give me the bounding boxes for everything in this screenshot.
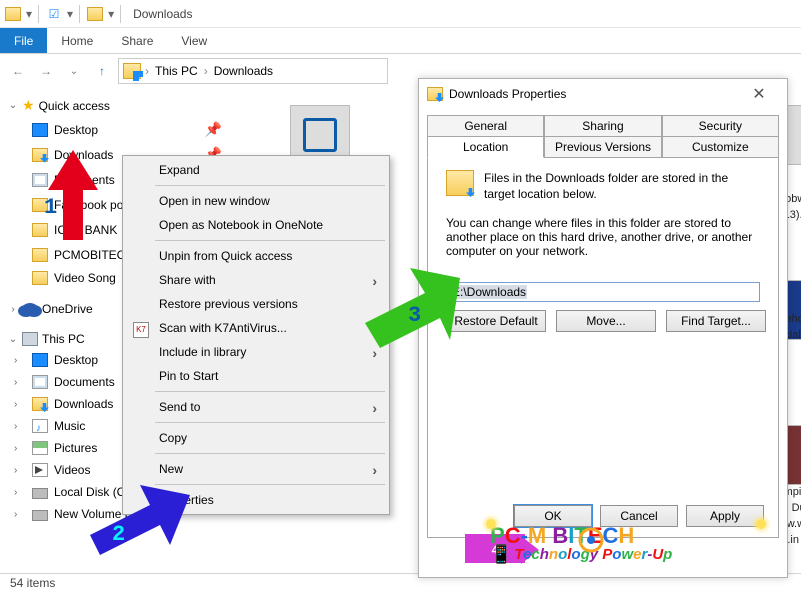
expand-icon[interactable]: › <box>8 304 18 315</box>
ok-button[interactable]: OK <box>514 505 592 527</box>
location-msg-1: Files in the Downloads folder are stored… <box>484 170 760 202</box>
tab-customize[interactable]: Customize <box>662 136 779 158</box>
cancel-button[interactable]: Cancel <box>600 505 678 527</box>
up-button[interactable]: ↑ <box>90 59 114 83</box>
pictures-icon <box>32 441 48 455</box>
customize-qat-icon[interactable]: ▾ <box>108 7 114 21</box>
breadcrumb-root[interactable]: This PC <box>151 64 202 78</box>
downloads-icon <box>446 170 474 196</box>
tab-location[interactable]: Location <box>427 136 544 158</box>
annotation-number-1: 1 <box>44 195 57 220</box>
qat-down-icon-2[interactable]: ▾ <box>67 7 73 21</box>
apply-button[interactable]: Apply <box>686 505 764 527</box>
chevron-icon[interactable]: › <box>143 64 151 78</box>
find-target-button[interactable]: Find Target... <box>666 310 766 332</box>
documents-icon <box>32 173 48 187</box>
address-bar[interactable]: › This PC › Downloads <box>118 58 388 84</box>
folder-icon <box>32 271 48 285</box>
ctx-pin-start[interactable]: Pin to Start <box>125 364 387 388</box>
tab-sharing[interactable]: Sharing <box>544 115 661 136</box>
k7-icon: K7 <box>133 322 149 338</box>
move-button[interactable]: Move... <box>556 310 656 332</box>
downloads-icon <box>123 63 141 79</box>
ribbon-tab-file[interactable]: File <box>0 28 47 53</box>
ctx-share-with[interactable]: Share with <box>125 268 387 292</box>
sidebar-item-desktop[interactable]: Desktop📌 <box>0 117 230 142</box>
ribbon-tab-home[interactable]: Home <box>47 28 107 53</box>
location-msg-2: You can change where files in this folde… <box>446 216 760 258</box>
ctx-expand[interactable]: Expand <box>125 158 387 182</box>
tab-general[interactable]: General <box>427 115 544 136</box>
collapse-icon[interactable]: ⌄ <box>8 334 18 345</box>
ctx-open-new-window[interactable]: Open in new window <box>125 189 387 213</box>
documents-icon <box>32 375 48 389</box>
breadcrumb-current[interactable]: Downloads <box>210 64 277 78</box>
tab-previous-versions[interactable]: Previous Versions <box>544 136 661 158</box>
qat-down-icon[interactable]: ▾ <box>26 7 32 21</box>
music-icon <box>32 419 48 433</box>
ribbon-tab-share[interactable]: Share <box>107 28 167 53</box>
star-icon: ★ <box>22 97 35 114</box>
ctx-scan-k7[interactable]: K7Scan with K7AntiVirus... <box>125 316 387 340</box>
ctx-unpin[interactable]: Unpin from Quick access <box>125 244 387 268</box>
folder-icon <box>32 248 48 262</box>
context-menu: Expand Open in new window Open as Notebo… <box>122 155 390 515</box>
desktop-icon <box>32 123 48 137</box>
desktop-icon <box>32 353 48 367</box>
ctx-copy[interactable]: Copy <box>125 426 387 450</box>
dialog-titlebar[interactable]: Downloads Properties ✕ <box>419 79 787 109</box>
ctx-include-library[interactable]: Include in library <box>125 340 387 364</box>
annotation-number-3: 3 <box>408 303 421 328</box>
chevron-icon[interactable]: › <box>202 64 210 78</box>
pin-icon: 📌 <box>205 121 222 138</box>
drive-icon <box>32 488 48 499</box>
window-title: Downloads <box>133 7 192 21</box>
close-button[interactable]: ✕ <box>739 84 779 104</box>
downloads-icon <box>427 87 443 101</box>
collapse-icon[interactable]: ⌄ <box>8 100 18 111</box>
tab-security[interactable]: Security <box>662 115 779 136</box>
ribbon-tab-view[interactable]: View <box>167 28 221 53</box>
status-item-count: 54 items <box>10 576 55 590</box>
sidebar-quick-access[interactable]: ⌄ ★ Quick access <box>0 94 230 117</box>
videos-icon <box>32 463 48 477</box>
annotation-number-2: 2 <box>112 522 125 547</box>
dialog-title: Downloads Properties <box>449 87 739 101</box>
folder-icon <box>32 223 48 237</box>
folder-icon <box>4 5 22 23</box>
downloads-icon <box>32 148 48 162</box>
tab-strip: General Sharing Security Location Previo… <box>427 115 779 538</box>
properties-qat-icon[interactable]: ☑ <box>45 5 63 23</box>
restore-default-button[interactable]: Restore Default <box>446 310 546 332</box>
folder-icon-2 <box>86 5 104 23</box>
tab-panel-location: Files in the Downloads folder are stored… <box>427 158 779 538</box>
title-bar: ▾ ☑ ▾ ▾ Downloads <box>0 0 801 28</box>
pc-icon <box>22 332 38 346</box>
ctx-open-onenote[interactable]: Open as Notebook in OneNote <box>125 213 387 237</box>
onedrive-icon <box>22 303 38 315</box>
recent-dropdown[interactable]: ⌄ <box>62 59 86 83</box>
ctx-new[interactable]: New <box>125 457 387 481</box>
drive-icon <box>32 510 48 521</box>
downloads-icon <box>32 397 48 411</box>
path-input[interactable]: E:\Downloads <box>446 282 760 302</box>
ctx-properties[interactable]: Properties <box>125 488 387 512</box>
properties-dialog: Downloads Properties ✕ General Sharing S… <box>418 78 788 578</box>
ctx-restore-versions[interactable]: Restore previous versions <box>125 292 387 316</box>
ribbon: File Home Share View <box>0 28 801 54</box>
forward-button[interactable]: → <box>34 59 58 83</box>
back-button[interactable]: ← <box>6 59 30 83</box>
ctx-send-to[interactable]: Send to <box>125 395 387 419</box>
